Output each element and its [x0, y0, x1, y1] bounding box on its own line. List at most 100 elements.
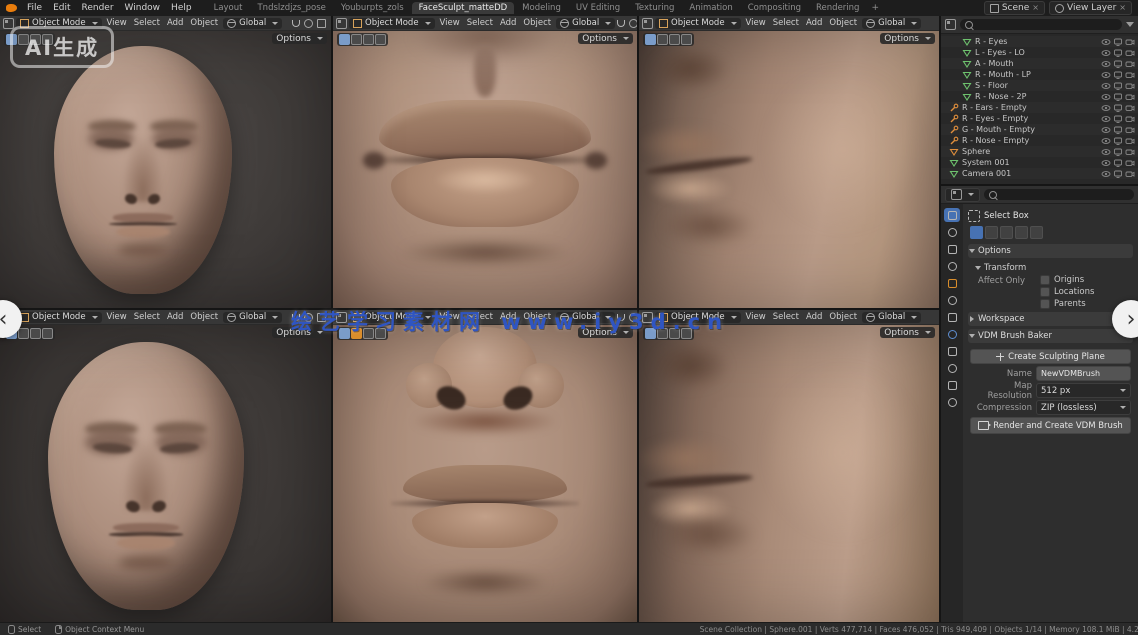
overlays-icon[interactable] — [317, 19, 326, 28]
outliner-search-input[interactable] — [976, 19, 1117, 30]
viewport-menu[interactable]: Select — [770, 312, 802, 322]
disable-in-renders-icon[interactable] — [1125, 92, 1135, 102]
scene-selector[interactable]: Scene × — [984, 1, 1045, 15]
material-tab-icon[interactable] — [944, 395, 960, 409]
workspace-tab[interactable]: UV Editing — [569, 2, 627, 14]
constraints-tab-icon[interactable] — [944, 361, 960, 375]
outliner-item[interactable]: R - Ears - Empty — [941, 102, 1138, 113]
viewport-menu[interactable]: Object — [826, 18, 860, 28]
select-subtract-icon[interactable] — [1000, 226, 1013, 239]
orientation-dropdown[interactable]: Global — [223, 18, 282, 29]
workspace-tab[interactable]: Animation — [682, 2, 739, 14]
disable-in-viewports-icon[interactable] — [1113, 70, 1123, 80]
workspace-tab[interactable]: Rendering — [809, 2, 866, 14]
viewport-menu[interactable]: Add — [803, 312, 825, 322]
output-tab-icon[interactable] — [944, 242, 960, 256]
select-extend-icon[interactable] — [985, 226, 998, 239]
viewport-menu[interactable]: Add — [164, 18, 186, 28]
outliner-item[interactable]: R - Eyes — [941, 36, 1138, 47]
proportional-edit-icon[interactable] — [629, 19, 637, 28]
outliner-item[interactable]: Camera 001 — [941, 168, 1138, 179]
modifiers-tab-icon[interactable] — [944, 327, 960, 341]
material-shading-icon[interactable] — [657, 328, 668, 339]
disable-in-renders-icon[interactable] — [1125, 114, 1135, 124]
properties-search-input[interactable] — [1000, 189, 1129, 200]
wireframe-shading-icon[interactable] — [42, 328, 53, 339]
editor-type-icon[interactable] — [336, 18, 347, 29]
orientation-dropdown[interactable]: Global — [556, 312, 615, 323]
rendered-shading-icon[interactable] — [363, 328, 374, 339]
viewport-menu[interactable]: Select — [464, 18, 496, 28]
outliner-item[interactable]: Sphere — [941, 146, 1138, 157]
snap-magnet-icon[interactable] — [292, 20, 300, 27]
render-tab-icon[interactable] — [944, 225, 960, 239]
disable-in-renders-icon[interactable] — [1125, 136, 1135, 146]
view-layer-selector[interactable]: View Layer × — [1049, 1, 1132, 15]
outliner-item[interactable]: S - Floor — [941, 80, 1138, 91]
compression-dropdown[interactable]: ZIP (lossless) — [1036, 400, 1131, 415]
hide-in-viewport-icon[interactable] — [1101, 70, 1111, 80]
affect-only-checkbox[interactable]: Origins — [1040, 275, 1094, 285]
hide-in-viewport-icon[interactable] — [1101, 158, 1111, 168]
hide-in-viewport-icon[interactable] — [1101, 169, 1111, 179]
topbar-menu[interactable]: Edit — [48, 2, 75, 14]
disable-in-renders-icon[interactable] — [1125, 48, 1135, 58]
topbar-menu[interactable]: File — [22, 2, 47, 14]
disable-in-renders-icon[interactable] — [1125, 147, 1135, 157]
select-new-icon[interactable] — [970, 226, 983, 239]
vdm-brush-baker-section-header[interactable]: VDM Brush Baker — [968, 329, 1133, 343]
disable-in-renders-icon[interactable] — [1125, 37, 1135, 47]
orientation-dropdown[interactable]: Global — [556, 18, 615, 29]
viewport-menu[interactable]: View — [437, 18, 463, 28]
viewport-menu[interactable]: Add — [497, 18, 519, 28]
close-icon[interactable]: × — [1119, 4, 1126, 12]
tool-tab-icon[interactable] — [944, 208, 960, 222]
workspace-section-header[interactable]: Workspace — [968, 312, 1133, 326]
view-layer-tab-icon[interactable] — [944, 259, 960, 273]
orientation-dropdown[interactable]: Global — [862, 18, 921, 29]
viewport-menu[interactable]: View — [743, 18, 769, 28]
viewport-menu[interactable]: Object — [187, 18, 221, 28]
topbar-menu[interactable]: Window — [120, 2, 166, 14]
object-tab-icon[interactable] — [944, 310, 960, 324]
properties-filter-dropdown[interactable] — [945, 188, 980, 202]
disable-in-renders-icon[interactable] — [1125, 169, 1135, 179]
mode-dropdown[interactable]: Object Mode — [349, 312, 435, 323]
map-resolution-dropdown[interactable]: 512 px — [1036, 383, 1131, 398]
solid-shading-icon[interactable] — [645, 34, 656, 45]
mode-dropdown[interactable]: Object Mode — [655, 18, 741, 29]
disable-in-renders-icon[interactable] — [1125, 59, 1135, 69]
hide-in-viewport-icon[interactable] — [1101, 103, 1111, 113]
workspace-tab[interactable]: Tndslzdjzs_pose — [250, 2, 332, 14]
outliner-item[interactable]: L - Eyes - LO — [941, 47, 1138, 58]
options-dropdown[interactable]: Options — [578, 327, 633, 338]
solid-shading-icon[interactable] — [339, 328, 350, 339]
select-invert-icon[interactable] — [1015, 226, 1028, 239]
outliner-item[interactable]: System 001 — [941, 157, 1138, 168]
filter-icon[interactable] — [1126, 22, 1134, 27]
hide-in-viewport-icon[interactable] — [1101, 114, 1111, 124]
viewport-menu[interactable]: View — [104, 312, 130, 322]
overlays-icon[interactable] — [317, 313, 326, 322]
viewport-menu[interactable]: Object — [520, 18, 554, 28]
solid-shading-icon[interactable] — [339, 34, 350, 45]
rendered-shading-icon[interactable] — [30, 328, 41, 339]
outliner-item[interactable]: G - Mouth - Empty — [941, 124, 1138, 135]
hide-in-viewport-icon[interactable] — [1101, 125, 1111, 135]
options-dropdown[interactable]: Options — [272, 327, 327, 338]
disable-in-renders-icon[interactable] — [1125, 81, 1135, 91]
disable-in-viewports-icon[interactable] — [1113, 169, 1123, 179]
options-dropdown[interactable]: Options — [880, 327, 935, 338]
outliner-item[interactable]: A - Mouth — [941, 58, 1138, 69]
disable-in-renders-icon[interactable] — [1125, 70, 1135, 80]
material-shading-icon[interactable] — [351, 34, 362, 45]
solid-shading-icon[interactable] — [645, 328, 656, 339]
mode-dropdown[interactable]: Object Mode — [655, 312, 741, 323]
3d-viewport-canvas[interactable] — [0, 30, 331, 308]
vdm-name-input[interactable] — [1036, 366, 1131, 381]
add-workspace-button[interactable]: + — [866, 3, 884, 13]
snap-magnet-icon[interactable] — [617, 314, 625, 321]
wireframe-shading-icon[interactable] — [375, 34, 386, 45]
3d-viewport-canvas[interactable] — [333, 324, 637, 623]
render-create-vdm-brush-button[interactable]: Render and Create VDM Brush — [970, 417, 1131, 434]
